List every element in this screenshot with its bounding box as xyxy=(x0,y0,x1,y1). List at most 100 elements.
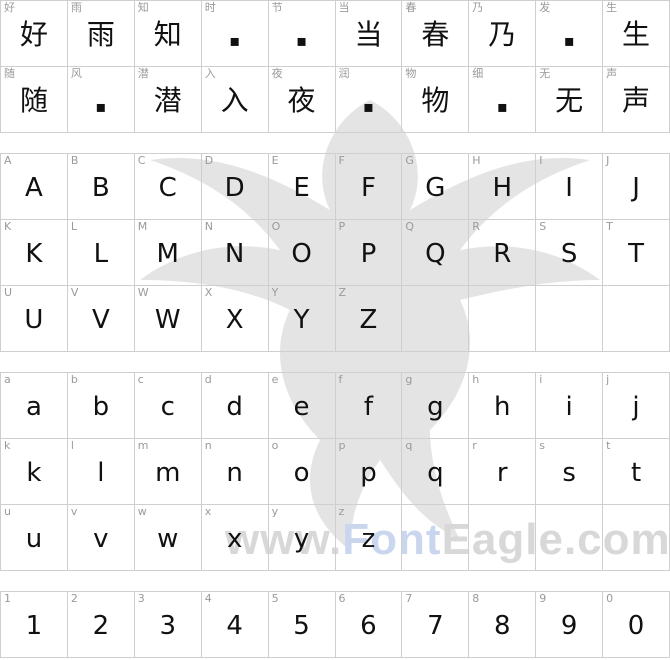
glyph-label: 雨 xyxy=(70,1,82,14)
glyph-cell: WW xyxy=(134,286,202,352)
glyph-sample: 9 xyxy=(560,611,578,641)
glyph-cell: JJ xyxy=(603,154,670,220)
glyph-label: q xyxy=(405,439,413,452)
glyph-cell: 随随 xyxy=(1,67,68,133)
glyph-label: t xyxy=(606,439,611,452)
glyph-cell: 润 ▪ xyxy=(335,67,403,133)
glyph-cell: kk xyxy=(1,439,68,505)
glyph-label: i xyxy=(539,373,543,386)
glyph-sample: 1 xyxy=(25,611,43,641)
glyph-cell: KK xyxy=(1,220,68,286)
glyph-label: 2 xyxy=(70,592,78,605)
glyph-cell: 时 ▪ xyxy=(201,1,269,67)
glyph-label: 好 xyxy=(4,1,15,14)
glyph-sample: 6 xyxy=(360,611,377,641)
glyph-sample: c xyxy=(160,392,175,422)
glyph-label: s xyxy=(539,439,545,452)
glyph-cell: 乃乃 xyxy=(469,1,537,67)
glyph-cell: UU xyxy=(1,286,68,352)
glyph-label: 4 xyxy=(204,592,212,605)
glyph-cell: CC xyxy=(134,154,202,220)
glyph-label: Y xyxy=(271,286,279,299)
glyph-cell: 潜潜 xyxy=(134,67,202,133)
glyph-sample: ▪ xyxy=(296,31,307,50)
glyph-cell: TT xyxy=(603,220,670,286)
glyph-label: 声 xyxy=(606,67,618,80)
glyph-cell: cc xyxy=(134,373,202,439)
glyph-label: C xyxy=(137,154,146,167)
glyph-sample: 当 xyxy=(354,18,383,51)
glyph-sample: I xyxy=(565,173,573,203)
glyph-label: m xyxy=(137,439,149,452)
glyph-label: l xyxy=(70,439,74,452)
glyph-sample: 生 xyxy=(622,18,651,51)
glyph-sample: b xyxy=(92,392,110,422)
glyph-label: Q xyxy=(405,220,415,233)
glyph-label: g xyxy=(405,373,413,386)
glyph-label: L xyxy=(70,220,78,233)
glyph-cell: yy xyxy=(268,505,336,571)
glyph-cell: dd xyxy=(201,373,269,439)
glyph-cell: ii xyxy=(536,373,604,439)
glyph-label: 发 xyxy=(539,1,551,14)
glyph-label: b xyxy=(70,373,78,386)
glyph-sample: r xyxy=(496,458,508,488)
glyph-label: 春 xyxy=(405,1,417,14)
glyph-label: 夜 xyxy=(271,67,283,80)
glyph-label: 0 xyxy=(606,592,614,605)
glyph-cell: 无无 xyxy=(536,67,604,133)
glyph-cell: 55 xyxy=(268,592,336,658)
glyph-sample: J xyxy=(632,173,640,203)
glyph-sample: v xyxy=(93,524,109,554)
glyph-sample: i xyxy=(565,392,573,422)
glyph-sample: 随 xyxy=(19,84,48,117)
glyph-label: W xyxy=(137,286,149,299)
glyph-label: k xyxy=(4,439,11,452)
glyph-sample: ▪ xyxy=(496,97,508,116)
glyph-label: F xyxy=(338,154,345,167)
glyph-cell: 风 ▪ xyxy=(67,67,135,133)
glyph-cell: 知知 xyxy=(134,1,202,67)
glyph-label: S xyxy=(539,220,547,233)
glyph-sample: S xyxy=(560,239,578,269)
glyph-label: 乃 xyxy=(472,1,484,14)
glyph-label: 潜 xyxy=(137,67,149,80)
glyph-label: o xyxy=(271,439,279,452)
glyph-sample: g xyxy=(427,392,444,422)
glyph-sample: p xyxy=(360,458,377,488)
glyph-sample: M xyxy=(156,239,179,269)
glyph-cell xyxy=(402,505,470,571)
glyph-cell: HH xyxy=(469,154,537,220)
glyph-sample: G xyxy=(425,173,446,203)
glyph-cell: rr xyxy=(469,439,537,505)
glyph-label: f xyxy=(338,373,343,386)
glyph-label: 7 xyxy=(405,592,413,605)
glyph-sample: t xyxy=(630,458,642,488)
glyph-label: 风 xyxy=(70,67,82,80)
glyph-cell: YY xyxy=(268,286,336,352)
glyph-sample: x xyxy=(226,524,243,554)
glyph-sample: j xyxy=(632,392,640,422)
glyph-cell: 夜夜 xyxy=(268,67,336,133)
glyph-cell: 生生 xyxy=(603,1,670,67)
glyph-sample: 7 xyxy=(427,611,444,641)
glyph-label: D xyxy=(204,154,214,167)
glyph-label: 生 xyxy=(606,1,618,14)
glyph-cell: 66 xyxy=(335,592,403,658)
glyph-sample: 4 xyxy=(226,611,243,641)
glyph-label: e xyxy=(271,373,279,386)
glyph-sample: n xyxy=(226,458,243,488)
glyph-sample: H xyxy=(492,173,513,203)
uppercase-glyph-grid: AABBCCDDEEFFGGHHIIJJKKLLMMNNOOPPQQRRSSTT… xyxy=(0,153,670,352)
glyph-cell: EE xyxy=(268,154,336,220)
glyph-label: j xyxy=(606,373,610,386)
glyph-sample: m xyxy=(155,458,181,488)
glyph-cell: 44 xyxy=(201,592,269,658)
glyph-cell: II xyxy=(536,154,604,220)
glyph-sample: e xyxy=(293,392,310,422)
glyph-cell xyxy=(603,286,670,352)
glyph-label: h xyxy=(472,373,480,386)
glyph-cell: 00 xyxy=(603,592,670,658)
glyph-sample: 声 xyxy=(622,84,651,117)
glyph-sample: d xyxy=(226,392,243,422)
